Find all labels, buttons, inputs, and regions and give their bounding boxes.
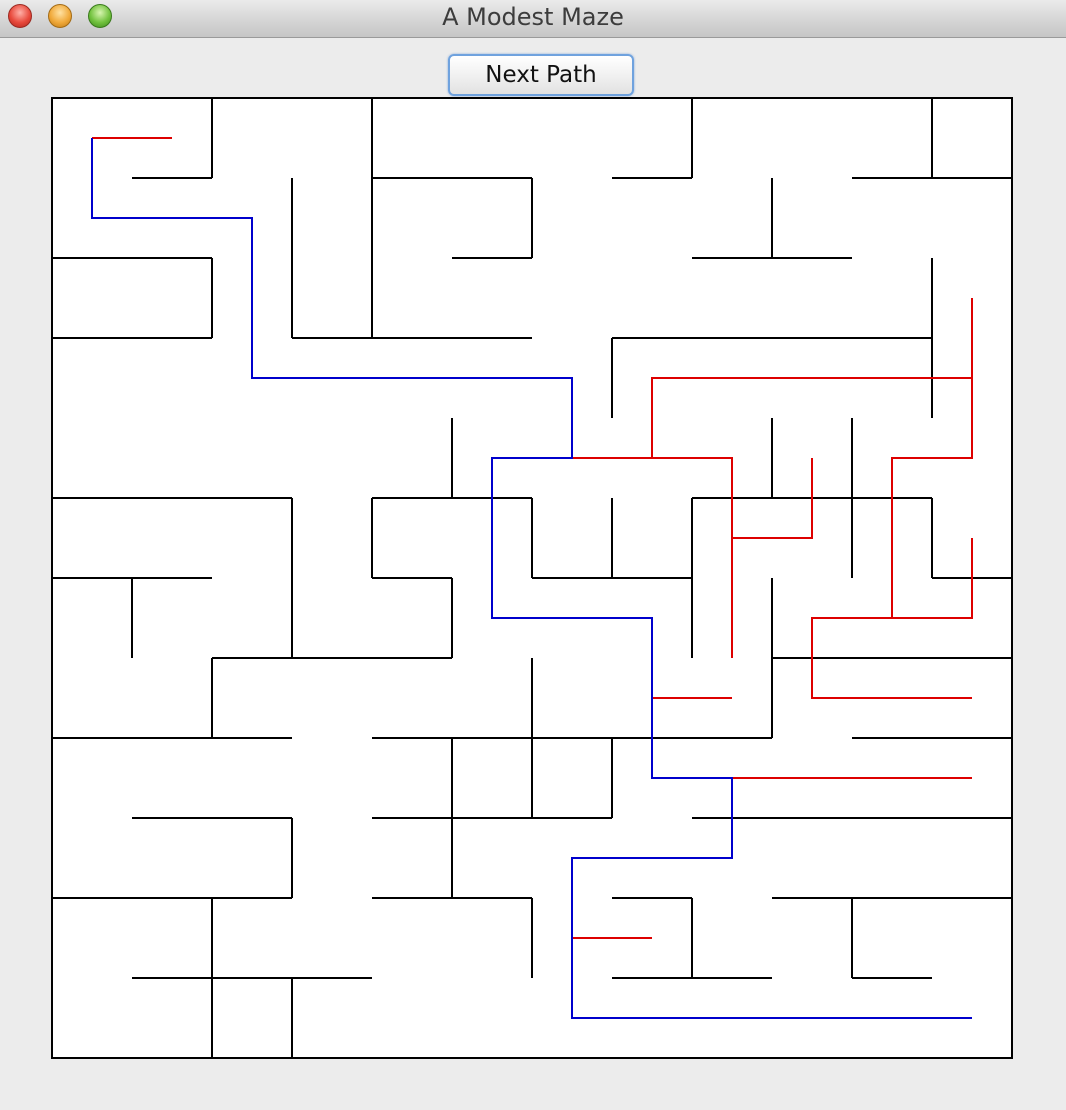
window-title: A Modest Maze bbox=[442, 3, 624, 31]
maze-canvas bbox=[51, 97, 1013, 1059]
maze-border bbox=[51, 97, 1013, 1059]
dead-end-path bbox=[732, 458, 813, 539]
title-bar[interactable]: A Modest Maze bbox=[0, 0, 1066, 38]
maze-walls bbox=[52, 98, 1012, 1059]
dead-end-path bbox=[891, 298, 973, 618]
dead-end-path bbox=[651, 377, 972, 458]
maze-background bbox=[52, 98, 1012, 1058]
maze-window: A Modest Maze Next Path bbox=[0, 0, 1066, 1110]
solution-path bbox=[91, 138, 972, 1019]
dead-end-path bbox=[811, 538, 973, 699]
maze-paths bbox=[91, 137, 973, 1019]
next-path-button[interactable]: Next Path bbox=[448, 54, 634, 96]
dead-end-path bbox=[572, 457, 733, 658]
